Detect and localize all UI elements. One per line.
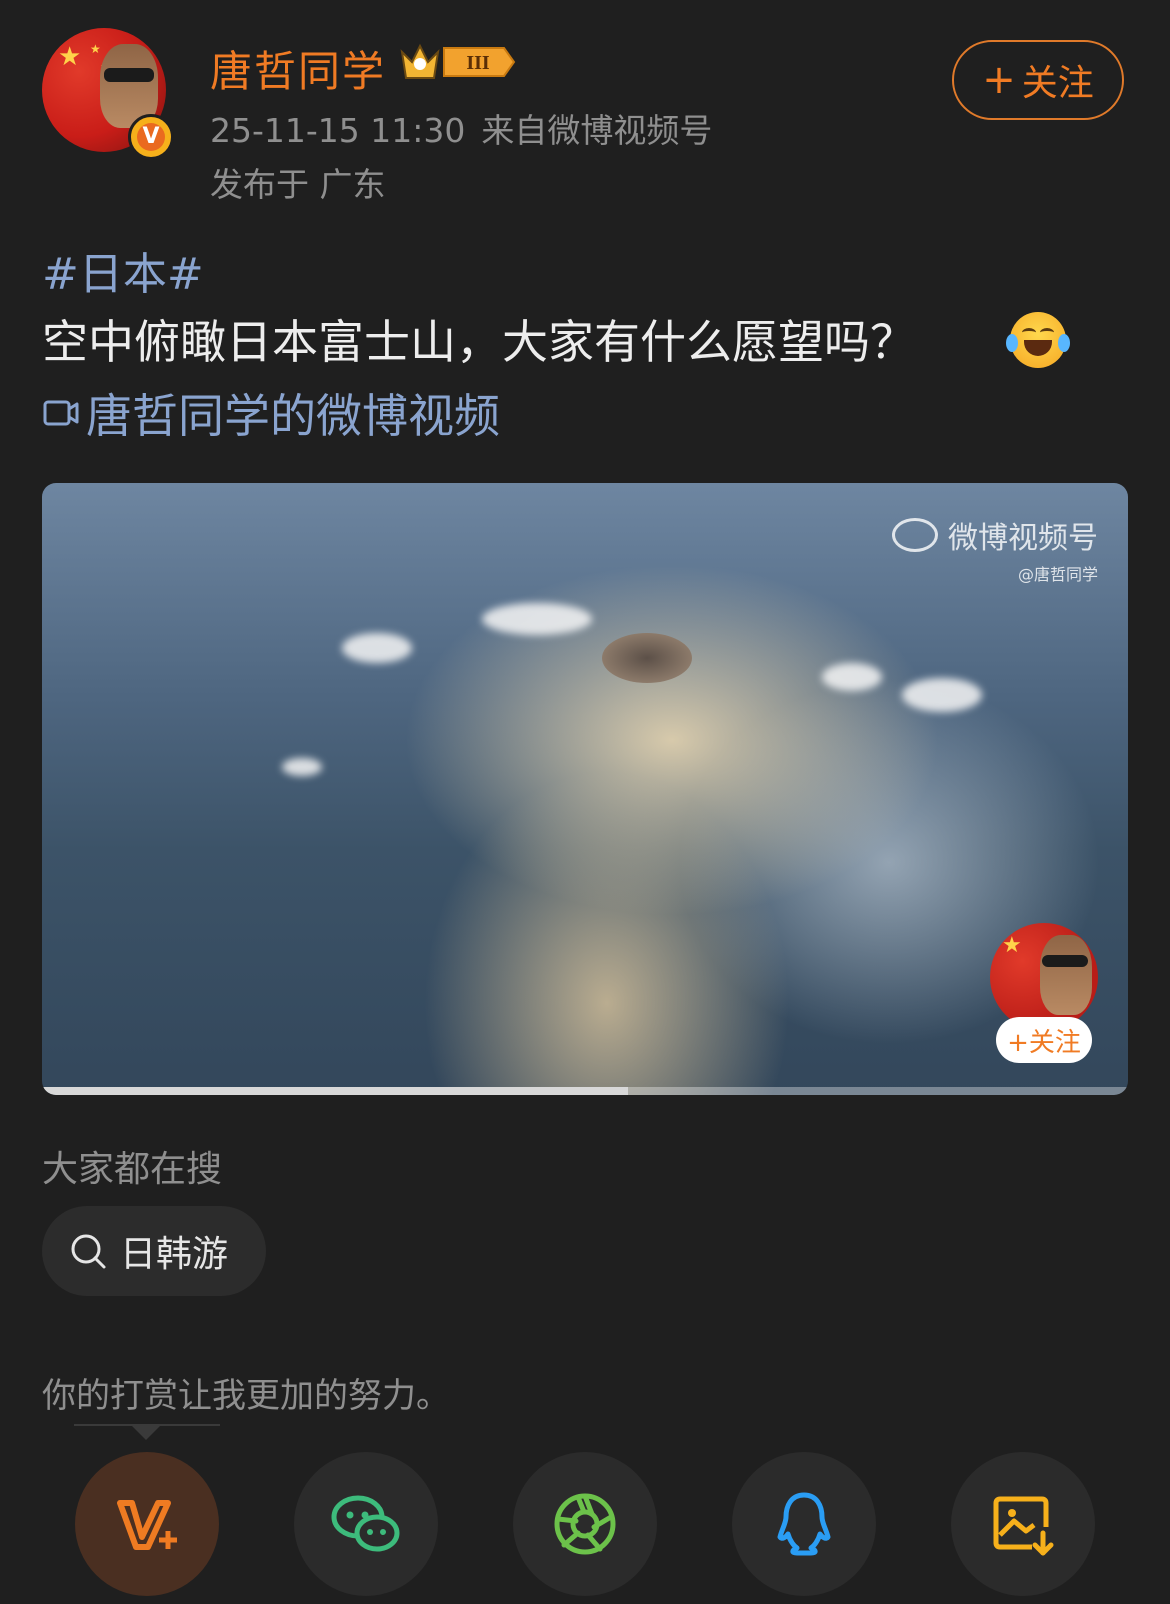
video-author-avatar[interactable]: ★ — [990, 923, 1098, 1031]
plus-icon: + — [982, 57, 1016, 103]
avatar-face — [1040, 935, 1092, 1015]
v-plus-icon — [117, 1500, 177, 1550]
flag-star-icon: ★ — [90, 42, 101, 56]
search-icon — [71, 1234, 106, 1269]
tip-message: 你的打赏让我更加的努力。 — [42, 1376, 450, 1416]
save-image-button[interactable] — [951, 1452, 1095, 1596]
video-player[interactable]: 微博视频号 @唐哲同学 ★ +关注 — [42, 483, 1128, 1095]
v-plus-button[interactable] — [75, 1452, 219, 1596]
wechat-icon — [331, 1495, 400, 1552]
cloud — [282, 758, 322, 776]
laugh-cry-emoji-icon — [1006, 312, 1070, 368]
video-camera-icon — [43, 400, 79, 426]
mountain-crater — [602, 633, 692, 683]
cloud — [822, 663, 882, 691]
verified-badge-icon: V — [128, 114, 174, 160]
video-watermark: 微博视频号 @唐哲同学 — [892, 513, 1098, 585]
qq-icon — [777, 1492, 831, 1556]
tip-pointer — [132, 1426, 160, 1440]
weibo-post-page: ★ ★ ★ V 唐哲同学 III 25-11-15 11:30 来自微博视频号 发… — [0, 0, 1170, 1604]
verified-mark: V — [137, 123, 165, 151]
search-chip-text: 日韩游 — [120, 1234, 229, 1275]
cloud — [342, 633, 412, 663]
save-image-icon — [993, 1496, 1054, 1556]
cloud — [902, 678, 982, 712]
video-follow-button[interactable]: +关注 — [996, 1017, 1092, 1063]
moments-share-button[interactable] — [513, 1452, 657, 1596]
post-source[interactable]: 来自微博视频号 — [481, 111, 712, 150]
follow-button[interactable]: + 关注 — [952, 40, 1124, 120]
post-text: 空中俯瞰日本富士山，大家有什么愿望吗？ — [42, 315, 916, 369]
video-link[interactable]: 唐哲同学的微博视频 — [42, 380, 500, 446]
wechat-share-button[interactable] — [294, 1452, 438, 1596]
avatar-sunglasses — [104, 68, 154, 82]
weibo-logo-icon — [892, 518, 938, 552]
video-link-text: 唐哲同学的微博视频 — [86, 389, 500, 443]
video-progress-bar[interactable] — [42, 1087, 1128, 1095]
post-location: 发布于 广东 — [210, 165, 386, 204]
flag-star-icon: ★ — [1002, 933, 1022, 958]
video-progress-fill — [42, 1087, 629, 1095]
watermark-handle: @唐哲同学 — [1017, 565, 1098, 584]
follow-label: 关注 — [1021, 63, 1094, 104]
watermark-title: 微博视频号 — [948, 521, 1098, 556]
trending-search-chip[interactable]: 日韩游 — [42, 1206, 266, 1296]
avatar-sunglasses — [1042, 955, 1088, 967]
moments-icon — [554, 1493, 616, 1555]
level-badge-text: III — [466, 52, 490, 74]
cloud — [482, 603, 592, 635]
post-timestamp: 25-11-15 11:30 — [210, 111, 466, 150]
flag-star-icon: ★ — [58, 42, 82, 72]
post-meta: 25-11-15 11:30 来自微博视频号 — [210, 104, 712, 152]
qq-share-button[interactable] — [732, 1452, 876, 1596]
trending-search-label: 大家都在搜 — [42, 1149, 223, 1190]
username[interactable]: 唐哲同学 — [210, 38, 386, 99]
member-crown-badge-icon[interactable]: III — [398, 38, 518, 84]
hashtag-link[interactable]: #日本# — [42, 238, 204, 302]
